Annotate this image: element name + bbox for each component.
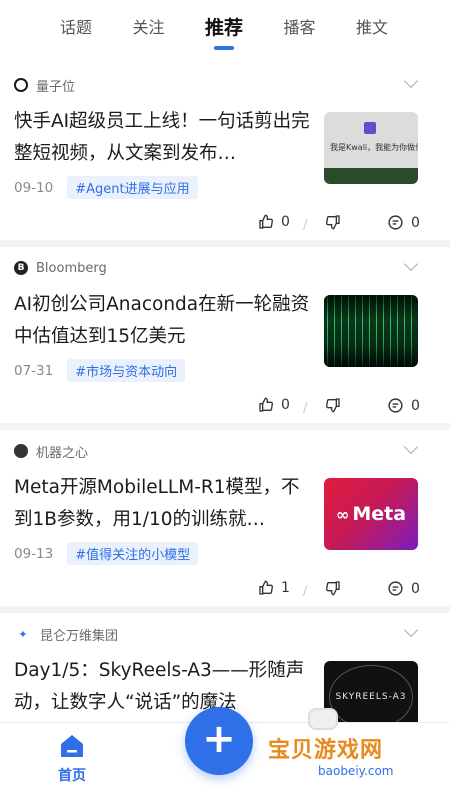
watermark: 宝贝游戏网 baobeiy.com bbox=[268, 708, 438, 796]
card-thumbnail[interactable] bbox=[324, 295, 418, 367]
card-meta: 09-13 #值得关注的小模型 bbox=[14, 542, 199, 565]
card-meta: 09-10 #Agent进展与应用 bbox=[14, 176, 198, 199]
card-source[interactable]: B Bloomberg bbox=[14, 259, 107, 277]
chevron-down-icon[interactable] bbox=[403, 73, 419, 89]
comment-count: 0 bbox=[411, 580, 420, 597]
create-post-button[interactable]: + bbox=[185, 707, 253, 775]
like-count: 0 bbox=[281, 214, 290, 230]
card-title[interactable]: Meta开源MobileLLM-R1模型，不到1B参数，用1/10的训练就… bbox=[14, 472, 314, 536]
thumbs-down-icon bbox=[326, 215, 340, 230]
nav-home-label: 首页 bbox=[58, 768, 86, 784]
chevron-down-icon[interactable] bbox=[403, 622, 419, 638]
comment-count: 0 bbox=[411, 397, 420, 414]
like-button[interactable]: 0 bbox=[258, 397, 290, 413]
plus-icon: + bbox=[202, 716, 236, 762]
comment-icon bbox=[388, 398, 403, 413]
comment-button[interactable]: 0 bbox=[387, 214, 420, 231]
card-source[interactable]: 量子位 bbox=[14, 76, 76, 95]
thumbnail-text: SKYREELS-A3 bbox=[335, 692, 407, 702]
feed-card[interactable]: 机器之心 Meta开源MobileLLM-R1模型，不到1B参数，用1/10的训… bbox=[0, 430, 450, 606]
feed-card[interactable]: B Bloomberg AI初创公司Anaconda在新一轮融资中估值达到15亿… bbox=[0, 247, 450, 423]
source-logo-icon bbox=[14, 444, 28, 458]
topic-tag[interactable]: #值得关注的小模型 bbox=[67, 542, 199, 565]
dislike-button[interactable] bbox=[325, 397, 341, 413]
gamepad-icon bbox=[308, 708, 338, 730]
like-count: 0 bbox=[281, 397, 290, 413]
feed-card[interactable]: 量子位 快手AI超级员工上线！一句话剪出完整短视频，从文案到发布… 09-10 … bbox=[0, 64, 450, 240]
card-date: 09-10 bbox=[14, 179, 54, 196]
card-title[interactable]: Day1/5：SkyReels-A3——形随声动，让数字人“说话”的魔法 bbox=[14, 655, 314, 719]
action-divider: / bbox=[303, 401, 308, 416]
comment-button[interactable]: 0 bbox=[387, 580, 420, 597]
card-actions: 0 / 0 bbox=[0, 397, 450, 421]
tab-podcast[interactable]: 播客 bbox=[283, 14, 315, 38]
chevron-down-icon[interactable] bbox=[403, 256, 419, 272]
tab-recommended-label: 推荐 bbox=[204, 16, 243, 39]
thumbs-up-icon bbox=[259, 214, 273, 229]
card-title[interactable]: AI初创公司Anaconda在新一轮融资中估值达到15亿美元 bbox=[14, 289, 314, 353]
like-button[interactable]: 0 bbox=[258, 214, 290, 230]
topic-tag[interactable]: #市场与资本动向 bbox=[67, 359, 186, 382]
card-thumbnail[interactable]: ∞ Meta bbox=[324, 478, 418, 550]
tab-recommended[interactable]: 推荐 bbox=[204, 13, 243, 50]
card-thumbnail[interactable]: 我是Kwali，我能为你做什… bbox=[324, 112, 418, 184]
thumbs-down-icon bbox=[326, 581, 340, 596]
watermark-url: baobeiy.com bbox=[318, 764, 394, 778]
dislike-button[interactable] bbox=[325, 580, 341, 596]
card-source[interactable]: 机器之心 bbox=[14, 442, 89, 461]
chevron-down-icon[interactable] bbox=[403, 439, 419, 455]
source-logo-icon: ✦ bbox=[14, 627, 32, 641]
card-source[interactable]: ✦ 昆仑万维集团 bbox=[14, 625, 119, 644]
like-count: 1 bbox=[281, 580, 290, 596]
card-date: 07-31 bbox=[14, 362, 54, 379]
infinity-icon: ∞ bbox=[335, 504, 350, 524]
tab-topics[interactable]: 话题 bbox=[60, 14, 92, 38]
nav-home[interactable]: 首页 bbox=[50, 733, 94, 785]
top-tab-bar: 话题 关注 推荐 播客 推文 bbox=[0, 0, 450, 64]
meta-logo: ∞ Meta bbox=[336, 503, 406, 525]
thumbs-up-icon bbox=[259, 580, 273, 595]
source-name: 昆仑万维集团 bbox=[40, 628, 119, 644]
thumbnail-ring: SKYREELS-A3 bbox=[329, 665, 413, 729]
thumbnail-bar bbox=[324, 168, 418, 184]
comment-icon bbox=[388, 581, 403, 596]
card-date: 09-13 bbox=[14, 545, 54, 562]
thumbnail-text: 我是Kwali，我能为你做什… bbox=[330, 143, 418, 152]
thumbnail-avatar bbox=[364, 122, 376, 134]
thumbs-up-icon bbox=[259, 397, 273, 412]
comment-count: 0 bbox=[411, 214, 420, 231]
source-logo-icon: B bbox=[14, 261, 28, 275]
card-actions: 1 / 0 bbox=[0, 580, 450, 604]
source-logo-icon bbox=[14, 78, 28, 92]
active-tab-indicator bbox=[213, 45, 234, 50]
action-divider: / bbox=[303, 218, 308, 233]
dislike-button[interactable] bbox=[325, 214, 341, 230]
topic-tag[interactable]: #Agent进展与应用 bbox=[67, 176, 198, 199]
watermark-title: 宝贝游戏网 bbox=[268, 738, 384, 763]
feed-card[interactable]: ✦ 昆仑万维集团 Day1/5：SkyReels-A3——形随声动，让数字人“说… bbox=[0, 613, 450, 733]
home-icon bbox=[61, 735, 83, 757]
thumbnail-overlay bbox=[324, 295, 418, 367]
card-actions: 0 / 0 bbox=[0, 214, 450, 238]
source-name: Bloomberg bbox=[36, 260, 107, 276]
thumbnail-text: Meta bbox=[352, 503, 407, 525]
card-meta: 07-31 #市场与资本动向 bbox=[14, 359, 186, 382]
card-title[interactable]: 快手AI超级员工上线！一句话剪出完整短视频，从文案到发布… bbox=[14, 106, 314, 170]
tab-following[interactable]: 关注 bbox=[132, 14, 164, 38]
comment-button[interactable]: 0 bbox=[387, 397, 420, 414]
thumbs-down-icon bbox=[326, 398, 340, 413]
source-name: 量子位 bbox=[36, 79, 76, 95]
comment-icon bbox=[388, 215, 403, 230]
like-button[interactable]: 1 bbox=[258, 580, 290, 596]
action-divider: / bbox=[303, 584, 308, 599]
source-name: 机器之心 bbox=[36, 445, 89, 461]
tab-tweets[interactable]: 推文 bbox=[356, 14, 388, 38]
